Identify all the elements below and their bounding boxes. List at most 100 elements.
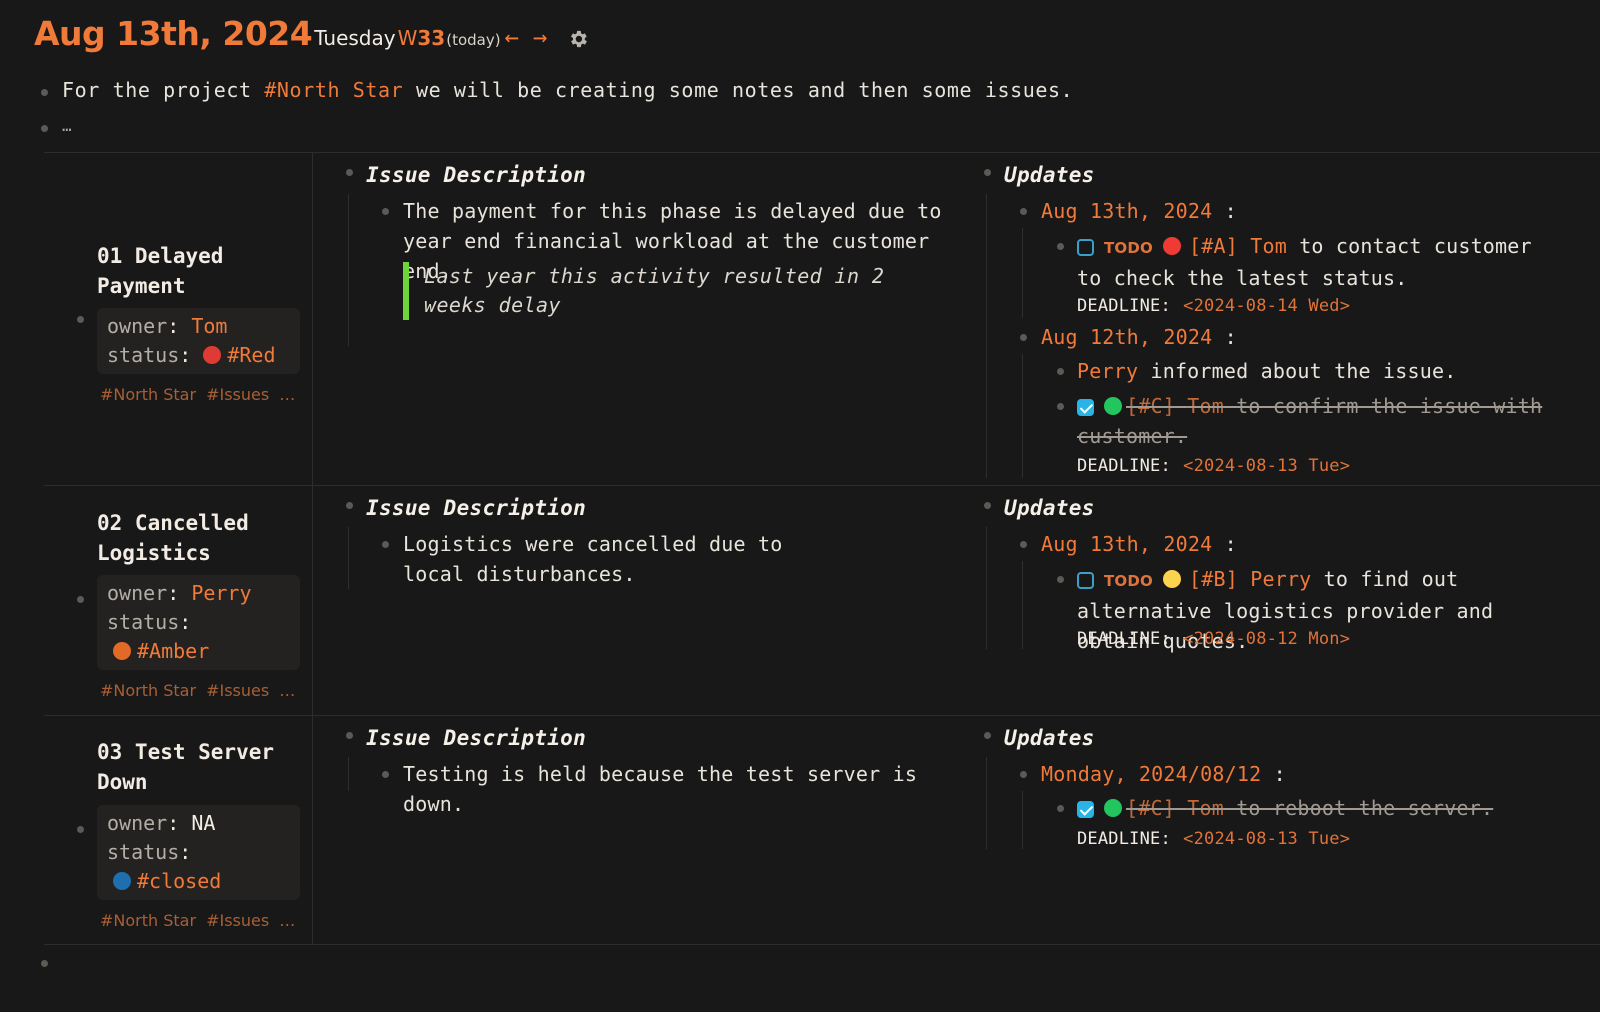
owner-value[interactable]: Perry [191,581,251,605]
status-value[interactable]: #closed [137,869,221,893]
deadline-value[interactable]: <2024-08-13 Tue> [1183,829,1350,849]
bullet-dot[interactable] [1057,805,1064,812]
owner-value[interactable]: NA [191,811,215,835]
bullet-dot[interactable] [346,169,353,176]
bullet-dot[interactable] [984,732,991,739]
deadline-value[interactable]: <2024-08-13 Tue> [1183,456,1350,476]
date-link[interactable]: Aug 13th, 2024 [1041,199,1212,223]
bullet-dot[interactable] [984,502,991,509]
tags-more[interactable]: … [279,681,295,700]
priority-dot-red [1163,237,1181,255]
gear-icon[interactable] [567,28,589,50]
section-heading-description[interactable]: Issue Description [366,163,586,187]
tag-issues[interactable]: #Issues [206,681,269,700]
bullet-dot[interactable] [77,596,84,603]
deadline-row: DEADLINE: <2024-08-12 Mon> [1077,622,1350,654]
bullet-dot[interactable] [1020,771,1027,778]
person-link[interactable]: Tom [1250,234,1287,258]
task-checkbox-checked[interactable] [1077,801,1094,818]
priority-tag[interactable]: [#A] [1189,234,1238,258]
person-link[interactable]: Perry [1250,567,1311,591]
todo-marker[interactable]: TODO [1104,239,1153,257]
date-link[interactable]: Monday, 2024/08/12 [1041,762,1261,786]
indent-guide [1022,561,1023,649]
tag-issues[interactable]: #Issues [206,911,269,930]
deadline-value[interactable]: <2024-08-12 Mon> [1183,629,1350,649]
update-date[interactable]: Monday, 2024/08/12 : [1041,759,1286,789]
bullet-dot[interactable] [1020,208,1027,215]
section-heading-updates[interactable]: Updates [1004,726,1095,750]
task-checkbox-checked[interactable] [1077,399,1094,416]
tag-north-star[interactable]: #North Star [100,911,196,930]
bullet-dot[interactable] [346,732,353,739]
update-date[interactable]: Aug 12th, 2024 : [1041,322,1237,352]
priority-tag[interactable]: [#B] [1189,567,1238,591]
bullet-dot[interactable] [77,316,84,323]
todo-marker[interactable]: TODO [1104,572,1153,590]
bullet-dot[interactable] [1020,541,1027,548]
status-value[interactable]: #Amber [137,639,209,663]
tags-more[interactable]: … [279,911,295,930]
bullet-dot[interactable] [1057,368,1064,375]
issue-properties[interactable]: owner: Tom status: #Red [97,308,300,374]
bullet-dot[interactable] [382,541,389,548]
deadline-value[interactable]: <2024-08-14 Wed> [1183,296,1350,316]
bullet-dot[interactable] [346,502,353,509]
issue-title[interactable]: 03 Test Server Down [97,737,297,797]
section-heading-updates[interactable]: Updates [1004,163,1095,187]
priority-tag[interactable]: [#C] [1126,394,1175,418]
bullet-dot[interactable] [1057,243,1064,250]
task-checkbox[interactable] [1077,572,1094,589]
intro-block[interactable]: For the project #North Star we will be c… [62,78,1073,102]
deadline-row: DEADLINE: <2024-08-13 Tue> [1077,822,1350,854]
tag-issues[interactable]: #Issues [206,385,269,404]
date-link[interactable]: Aug 12th, 2024 [1041,325,1212,349]
person-link[interactable]: Perry [1077,359,1138,383]
journal-header: Aug 13th, 2024 Tuesday W33 (today) ← → [34,14,589,64]
bullet-dot[interactable] [41,125,48,132]
bullet-dot[interactable] [382,208,389,215]
tags-more[interactable]: … [279,385,295,404]
section-heading-description[interactable]: Issue Description [366,496,586,520]
prev-day-button[interactable]: ← [505,23,519,51]
issue-title[interactable]: 01 Delayed Payment [97,241,297,301]
issue-description[interactable]: Testing is held because the test server … [403,759,963,819]
collapsed-block[interactable]: … [62,116,72,135]
issue-title[interactable]: 02 Cancelled Logistics [97,508,297,568]
person-link[interactable]: Tom [1187,394,1224,418]
task-item-done[interactable]: [#C] Tom to reboot the server. [1077,793,1552,823]
blockquote[interactable]: Last year this activity resulted in 2 we… [403,262,944,320]
priority-tag[interactable]: [#C] [1126,796,1175,820]
bullet-dot[interactable] [1057,403,1064,410]
weekday-label: Tuesday [314,26,396,50]
tag-north-star[interactable]: #North Star [100,385,196,404]
intro-text: For the project [62,78,265,102]
tag-north-star[interactable]: #North Star [100,681,196,700]
task-checkbox[interactable] [1077,239,1094,256]
update-date[interactable]: Aug 13th, 2024 : [1041,196,1237,226]
bullet-dot[interactable] [41,960,48,967]
bullet-dot[interactable] [382,771,389,778]
bullet-dot[interactable] [41,89,48,96]
date-link[interactable]: Aug 13th, 2024 [1041,532,1212,556]
update-note[interactable]: Perry informed about the issue. [1077,356,1457,386]
person-link[interactable]: Tom [1187,796,1224,820]
task-item[interactable]: TODO [#A] Tom to contact customer to chec… [1077,231,1552,293]
next-day-button[interactable]: → [533,23,547,51]
project-tag[interactable]: #North Star [264,78,403,102]
page-title[interactable]: Aug 13th, 2024 [34,14,313,53]
update-date[interactable]: Aug 13th, 2024 : [1041,529,1237,559]
issue-properties[interactable]: owner: Perry status: #Amber [97,575,300,670]
section-heading-updates[interactable]: Updates [1004,496,1095,520]
task-item-done[interactable]: [#C] Tom to confirm the issue with custo… [1077,391,1547,451]
issue-description[interactable]: Logistics were cancelled due to local di… [403,529,843,589]
owner-value[interactable]: Tom [191,314,227,338]
colon: : [1273,762,1286,786]
bullet-dot[interactable] [984,169,991,176]
bullet-dot[interactable] [1020,334,1027,341]
section-heading-description[interactable]: Issue Description [366,726,586,750]
status-value[interactable]: #Red [227,343,275,367]
issue-properties[interactable]: owner: NA status: #closed [97,805,300,900]
bullet-dot[interactable] [1057,576,1064,583]
bullet-dot[interactable] [77,826,84,833]
